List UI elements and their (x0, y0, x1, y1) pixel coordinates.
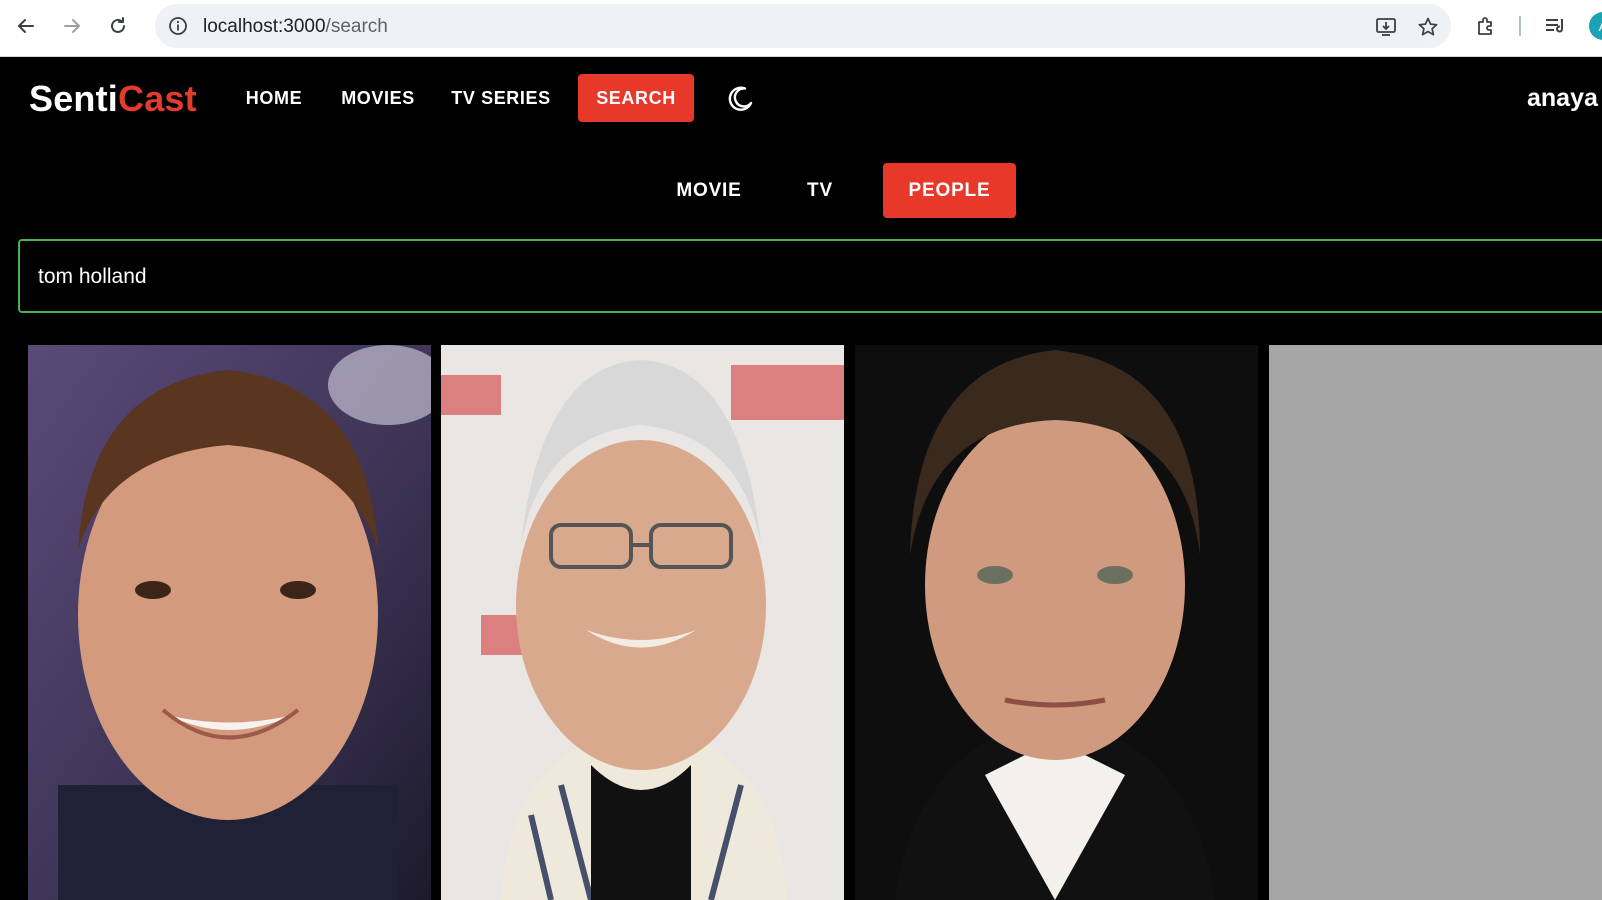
person-photo-2 (441, 345, 844, 900)
moon-icon[interactable] (725, 84, 755, 114)
nav-search[interactable]: SEARCH (578, 74, 694, 122)
browser-toolbar: localhost:3000/search A (0, 0, 1602, 57)
search-field[interactable] (18, 239, 1602, 313)
profile-avatar[interactable]: A (1589, 12, 1602, 40)
site-info-icon[interactable] (167, 15, 189, 37)
brand-accent-text: Cast (118, 78, 197, 119)
forward-arrow-icon[interactable] (57, 11, 87, 41)
url-path: /search (325, 16, 388, 37)
tab-movie[interactable]: MOVIE (664, 163, 754, 218)
address-bar[interactable]: localhost:3000/search (155, 4, 1451, 48)
result-card-3[interactable] (855, 345, 1258, 900)
result-card-1[interactable] (28, 345, 431, 900)
nav-home[interactable]: HOME (226, 74, 322, 122)
username[interactable]: anaya (1527, 84, 1598, 113)
toolbar-divider (1519, 16, 1521, 36)
brand-logo[interactable]: SentiCast (29, 78, 197, 120)
url-text[interactable]: localhost:3000/search (203, 16, 388, 38)
extensions-puzzle-icon[interactable] (1473, 12, 1501, 40)
bookmark-star-icon[interactable] (1415, 14, 1441, 40)
back-arrow-icon[interactable] (11, 11, 41, 41)
tab-tv[interactable]: TV (790, 163, 850, 218)
install-app-icon[interactable] (1373, 14, 1399, 40)
reading-list-icon[interactable] (1541, 12, 1569, 40)
search-input[interactable] (36, 241, 1540, 313)
result-card-placeholder[interactable] (1269, 345, 1602, 900)
tab-people[interactable]: PEOPLE (883, 163, 1016, 218)
nav-movies[interactable]: MOVIES (334, 74, 422, 122)
nav-tv-series[interactable]: TV SERIES (446, 74, 556, 122)
result-card-2[interactable] (441, 345, 844, 900)
brand-text: Senti (29, 78, 119, 119)
person-photo-1 (28, 345, 431, 900)
person-photo-3 (855, 345, 1258, 900)
reload-icon[interactable] (103, 11, 133, 41)
url-host: localhost:3000 (203, 16, 326, 37)
